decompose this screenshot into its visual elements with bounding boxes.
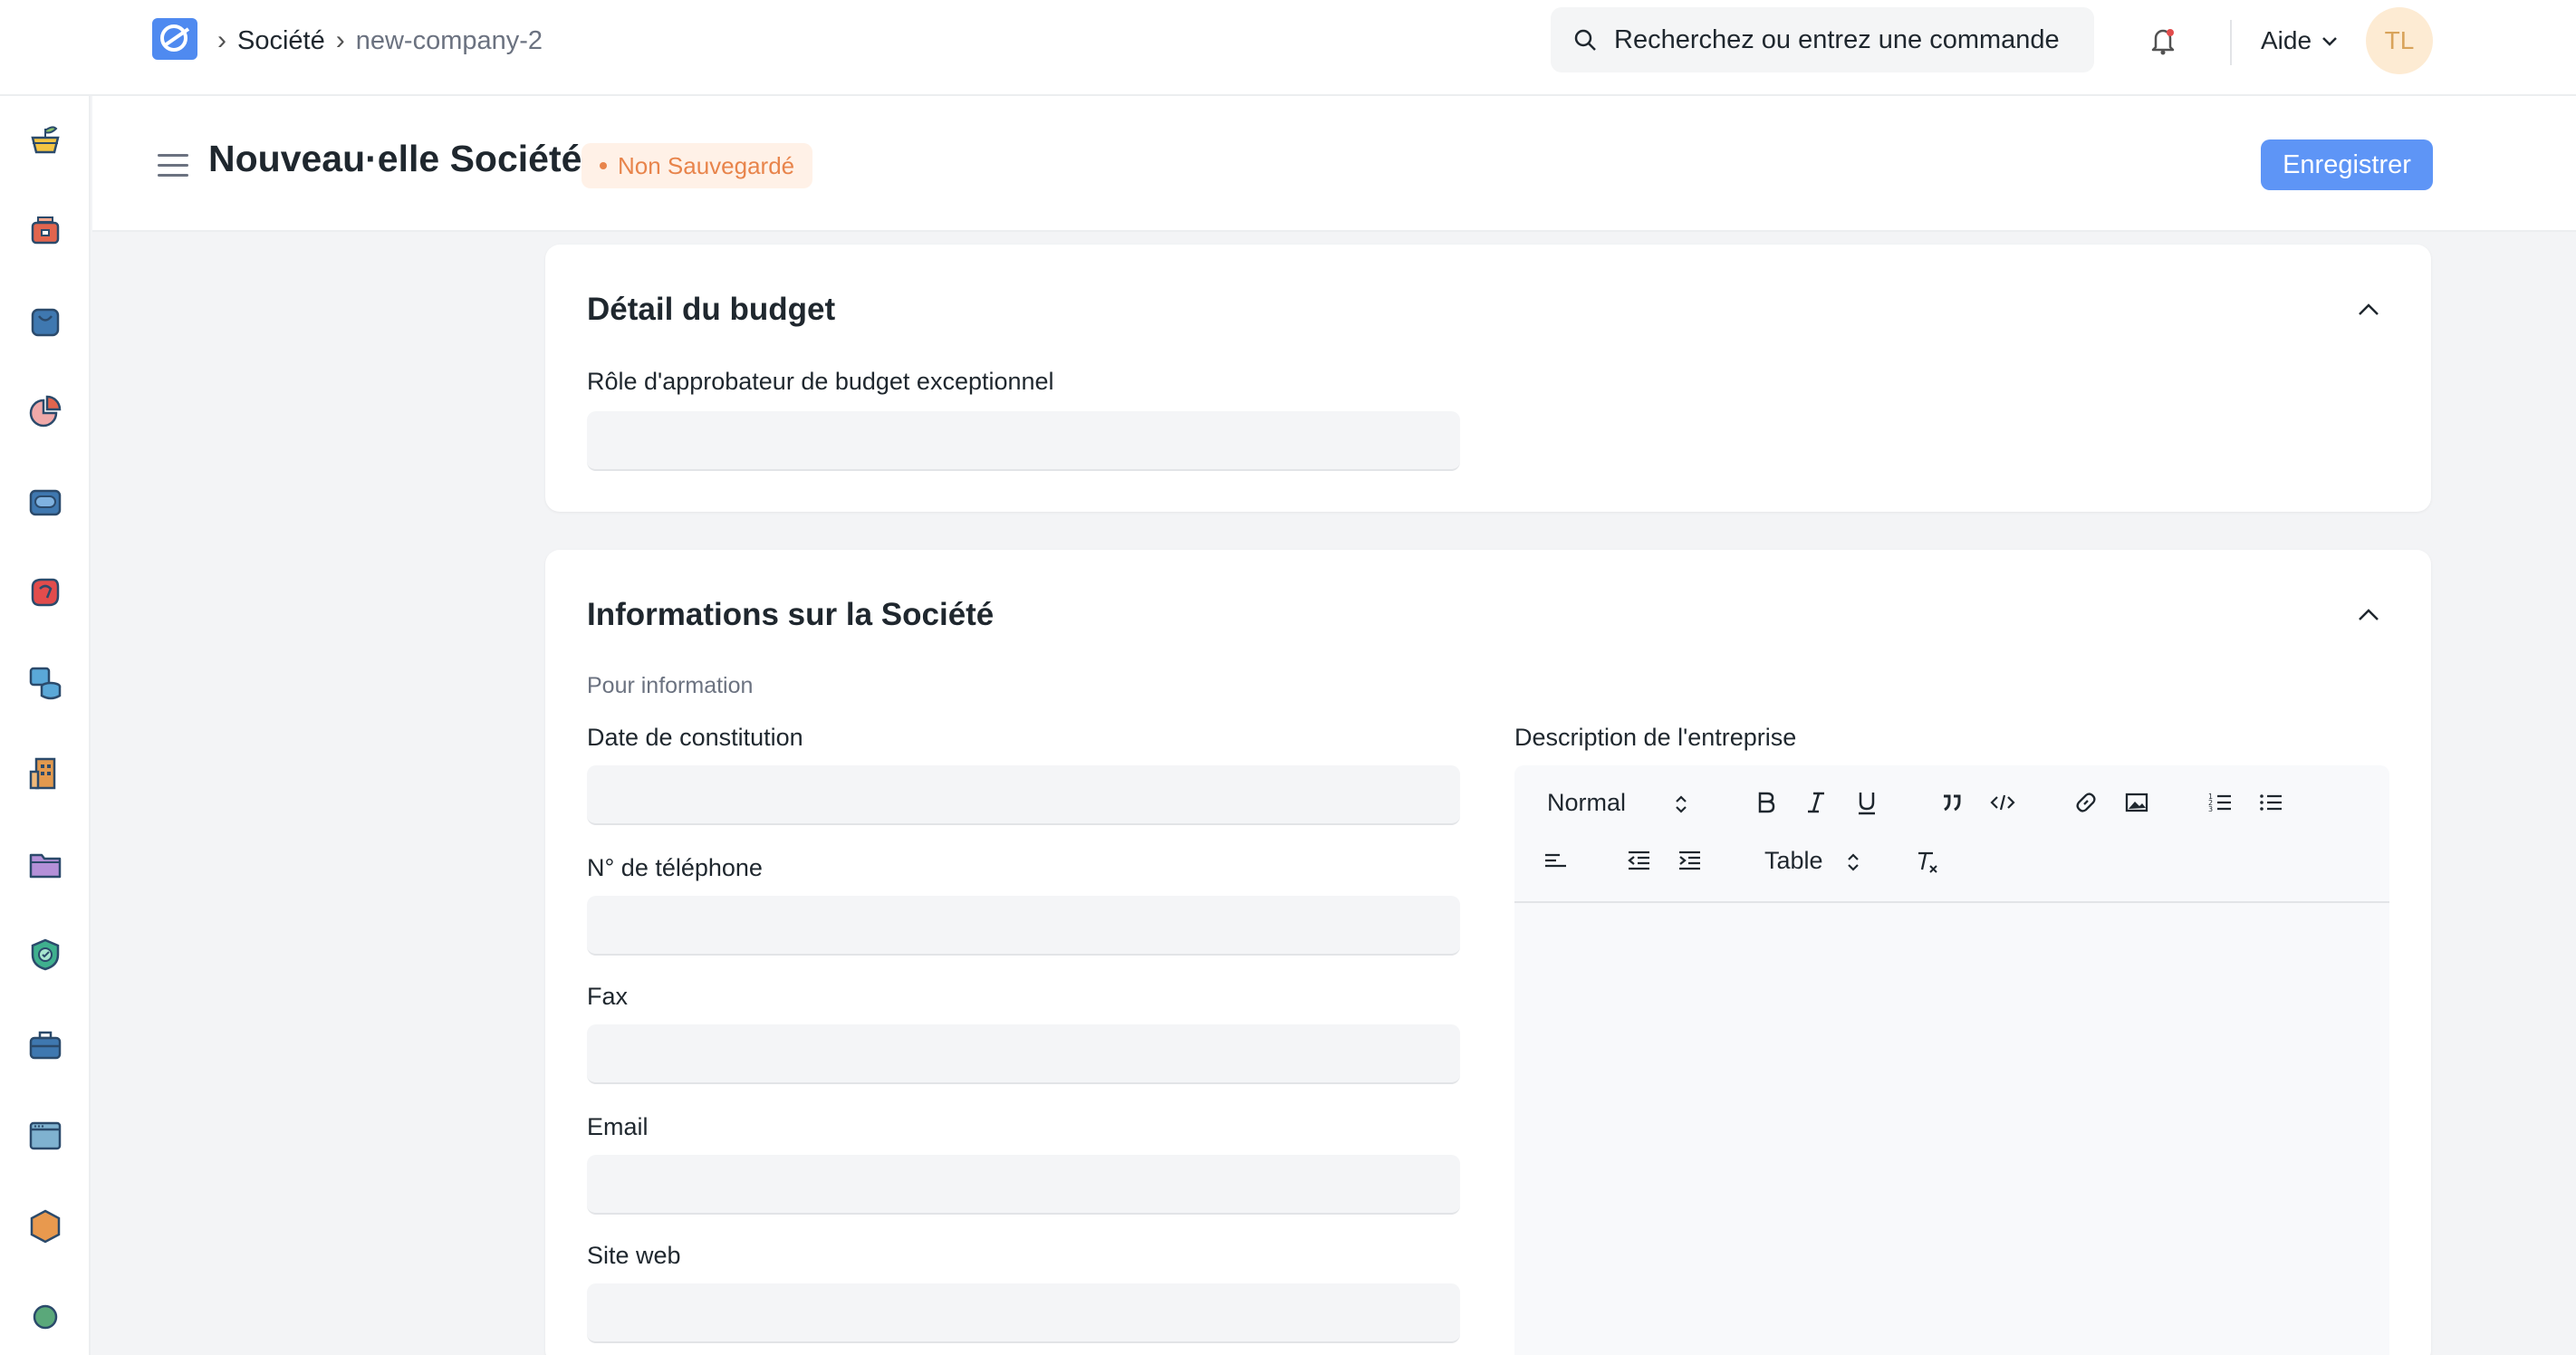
- breadcrumb-separator-icon: ›: [217, 25, 226, 55]
- bold-icon[interactable]: [1752, 789, 1779, 816]
- navbar-divider: [2230, 20, 2232, 65]
- field-label-phone: N° de téléphone: [587, 854, 763, 881]
- description-editor[interactable]: Normal 1 2 3 Table: [1514, 765, 2389, 1355]
- support-icon[interactable]: [27, 574, 63, 610]
- svg-text:3: 3: [2208, 805, 2213, 813]
- text-style-select[interactable]: Normal: [1547, 789, 1626, 817]
- select-arrows-icon: [1676, 795, 1687, 813]
- code-block-icon[interactable]: [1989, 789, 2016, 816]
- app-logo-icon[interactable]: [152, 18, 197, 60]
- buildings-icon[interactable]: [27, 755, 63, 792]
- browser-window-icon[interactable]: [27, 1118, 63, 1154]
- field-label-budget-approver: Rôle d'approbateur de budget exceptionne…: [587, 368, 1054, 395]
- shield-check-icon[interactable]: [27, 937, 63, 973]
- briefcase-icon[interactable]: [27, 1027, 63, 1063]
- breadcrumb-separator-icon: ›: [335, 25, 345, 55]
- users-icon[interactable]: [27, 1299, 63, 1335]
- budget-section: Détail du budget Rôle d'approbateur de b…: [545, 245, 2431, 512]
- help-label: Aide: [2261, 26, 2312, 54]
- section-title-budget: Détail du budget: [587, 292, 836, 327]
- search-icon: [1574, 29, 1596, 51]
- notification-bell-icon[interactable]: [2148, 25, 2177, 56]
- hamburger-menu-icon[interactable]: [158, 154, 188, 178]
- field-label-fax: Fax: [587, 983, 629, 1010]
- blockquote-icon[interactable]: [1938, 789, 1966, 816]
- italic-icon[interactable]: [1802, 789, 1830, 816]
- company-info-section: Informations sur la Société Pour informa…: [545, 550, 2431, 1355]
- field-label-email: Email: [587, 1113, 649, 1140]
- field-label-description: Description de l'entreprise: [1514, 724, 1797, 751]
- editor-toolbar-divider: [1514, 901, 2389, 903]
- seedling-icon[interactable]: [27, 121, 63, 158]
- phone-field[interactable]: [587, 896, 1460, 956]
- website-field[interactable]: [587, 1283, 1460, 1343]
- chevron-down-icon: [2322, 37, 2337, 46]
- image-icon[interactable]: [2123, 789, 2150, 816]
- search-placeholder: Recherchez ou entrez une commande: [1614, 24, 2060, 54]
- indent-icon[interactable]: [1676, 847, 1703, 874]
- section-subtitle: Pour information: [587, 673, 754, 698]
- database-icon[interactable]: [27, 665, 63, 701]
- shopping-bag-icon[interactable]: [27, 303, 63, 339]
- folder-icon[interactable]: [27, 846, 63, 882]
- ordered-list-icon[interactable]: 1 2 3: [2206, 789, 2234, 816]
- link-icon[interactable]: [2072, 789, 2100, 816]
- top-navbar: › Société › new-company-2 Recherchez ou …: [0, 0, 2576, 96]
- table-select[interactable]: Table: [1764, 847, 1823, 875]
- fax-field[interactable]: [587, 1024, 1460, 1084]
- cash-register-icon[interactable]: [27, 212, 63, 248]
- status-badge: Non Sauvegardé: [582, 143, 813, 188]
- email-field[interactable]: [587, 1155, 1460, 1215]
- page-title: Nouveau·elle Société: [208, 138, 582, 179]
- status-badge-label: Non Sauvegardé: [618, 151, 795, 179]
- help-dropdown[interactable]: Aide: [2261, 24, 2339, 58]
- outdent-icon[interactable]: [1625, 847, 1652, 874]
- search-input[interactable]: Recherchez ou entrez une commande: [1551, 7, 2094, 72]
- select-arrows-icon: [1848, 853, 1859, 871]
- incorporation-date-field[interactable]: [587, 765, 1460, 825]
- avatar[interactable]: TL: [2366, 7, 2433, 74]
- page-header: Nouveau·elle Société Non Sauvegardé Enre…: [92, 96, 2576, 232]
- field-label-website: Site web: [587, 1242, 681, 1269]
- breadcrumb-item-current[interactable]: new-company-2: [356, 26, 543, 56]
- save-button[interactable]: Enregistrer: [2261, 139, 2433, 190]
- chevron-up-icon[interactable]: [2357, 303, 2380, 317]
- module-sidebar: [0, 96, 91, 1355]
- breadcrumb: › Société › new-company-2: [217, 24, 543, 58]
- field-label-incorporation-date: Date de constitution: [587, 724, 803, 751]
- status-dot-icon: [600, 162, 607, 169]
- chevron-up-icon[interactable]: [2357, 608, 2380, 622]
- hexagon-icon[interactable]: [27, 1208, 63, 1244]
- breadcrumb-item-company[interactable]: Société: [237, 26, 325, 56]
- clear-format-icon[interactable]: [1913, 849, 1940, 876]
- underline-icon[interactable]: [1853, 789, 1880, 816]
- inventory-box-icon[interactable]: [27, 484, 63, 520]
- budget-approver-role-field[interactable]: [587, 411, 1460, 471]
- bullet-list-icon[interactable]: [2257, 789, 2284, 816]
- pie-chart-icon[interactable]: [27, 393, 63, 429]
- align-left-icon[interactable]: [1542, 847, 1569, 874]
- section-title-company-info: Informations sur la Société: [587, 597, 995, 632]
